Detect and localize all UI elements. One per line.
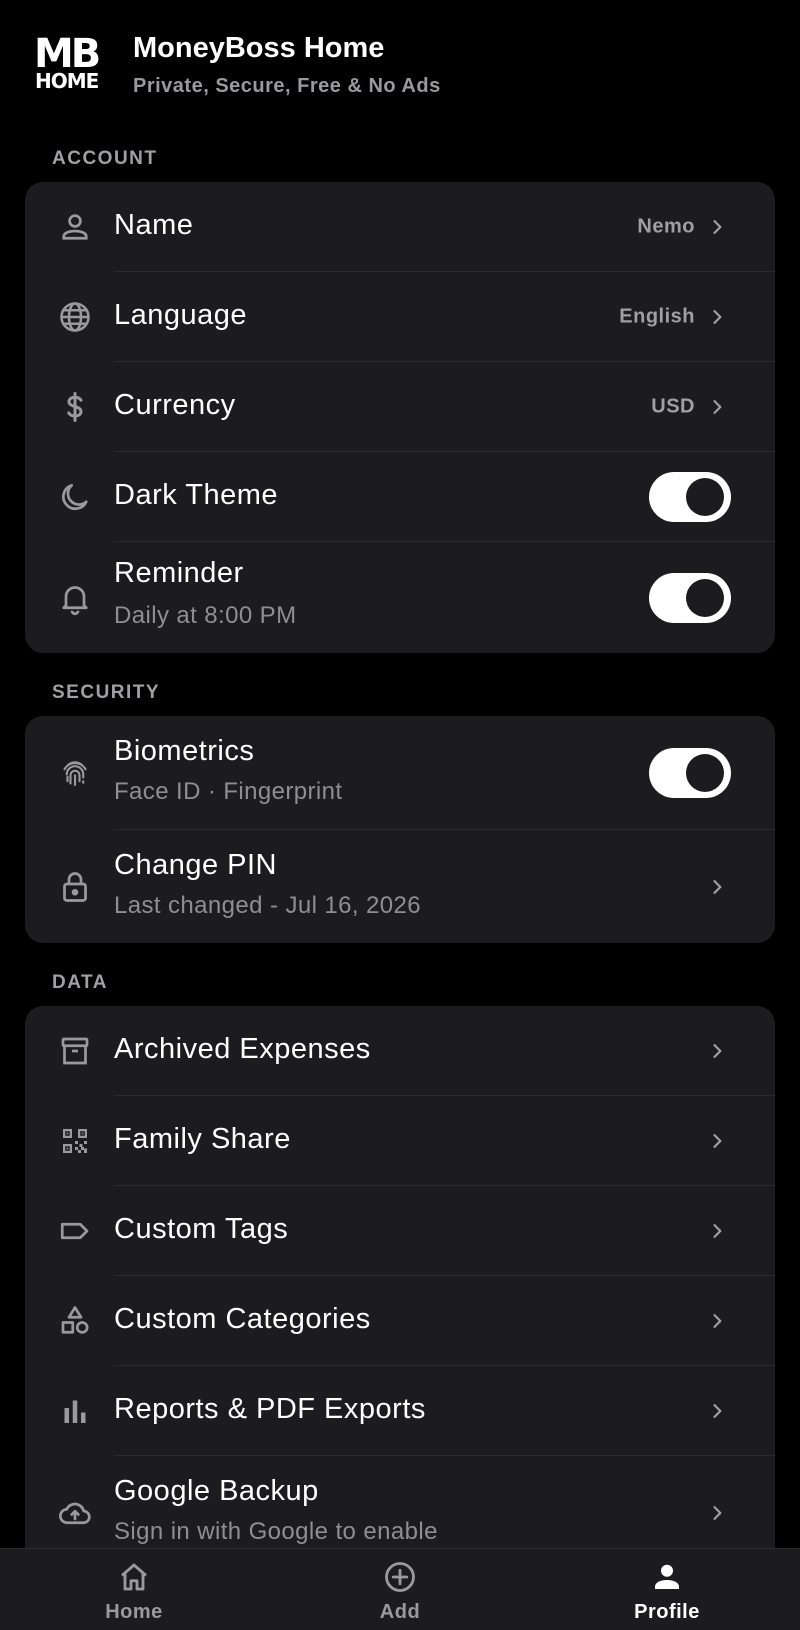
- custom-categories-label: Custom Categories: [114, 1303, 371, 1335]
- name-label: Name: [114, 209, 194, 241]
- settings-row-currency[interactable]: Currency USD: [25, 362, 775, 452]
- person-icon: [57, 209, 93, 245]
- globe-icon: [57, 299, 93, 335]
- settings-row-name[interactable]: Name Nemo: [25, 182, 775, 272]
- app-header: MB HOME MoneyBoss Home Private, Secure, …: [0, 0, 800, 140]
- reminder-sublabel: Daily at 8:00 PM: [114, 602, 297, 629]
- chevron-right-icon: [707, 1131, 727, 1151]
- settings-row-custom-tags[interactable]: Custom Tags: [25, 1186, 775, 1276]
- shapes-icon: [57, 1303, 93, 1339]
- chevron-right-icon: [707, 1221, 727, 1241]
- chevron-right-icon: [707, 1041, 727, 1061]
- currency-label: Currency: [114, 389, 236, 421]
- bar-chart-icon: [57, 1393, 93, 1429]
- app-subtitle: Private, Secure, Free & No Ads: [133, 75, 441, 97]
- lock-icon: [57, 869, 93, 905]
- nav-home[interactable]: Home: [64, 1549, 204, 1630]
- security-card: Biometrics Face ID · Fingerprint Change …: [25, 716, 775, 943]
- google-backup-label: Google Backup: [114, 1475, 319, 1507]
- tag-icon: [57, 1213, 93, 1249]
- settings-row-change-pin[interactable]: Change PIN Last changed - Jul 16, 2026: [25, 830, 775, 943]
- language-label: Language: [114, 299, 248, 331]
- section-label-account: ACCOUNT: [52, 148, 158, 169]
- archive-icon: [57, 1033, 93, 1069]
- chevron-right-icon: [707, 1503, 727, 1523]
- settings-row-reports[interactable]: Reports & PDF Exports: [25, 1366, 775, 1456]
- account-card: Name Nemo Language English Currency USD …: [25, 182, 775, 653]
- change-pin-label: Change PIN: [114, 849, 277, 881]
- settings-row-family-share[interactable]: Family Share: [25, 1096, 775, 1186]
- biometrics-label: Biometrics: [114, 735, 255, 767]
- archived-expenses-label: Archived Expenses: [114, 1033, 371, 1065]
- nav-home-label: Home: [105, 1601, 163, 1623]
- biometrics-sublabel: Face ID · Fingerprint: [114, 778, 343, 805]
- chevron-right-icon: [707, 877, 727, 897]
- dark-theme-toggle[interactable]: [649, 472, 731, 522]
- app-logo: MB HOME: [34, 34, 106, 94]
- nav-add-label: Add: [379, 1601, 421, 1623]
- reminder-label: Reminder: [114, 557, 244, 589]
- chevron-right-icon: [707, 1401, 727, 1421]
- app-title: MoneyBoss Home: [133, 32, 385, 64]
- name-value: Nemo: [637, 215, 695, 238]
- logo-mb-text: MB: [34, 31, 101, 77]
- cloud-upload-icon: [57, 1495, 93, 1531]
- settings-row-archived-expenses[interactable]: Archived Expenses: [25, 1006, 775, 1096]
- custom-tags-label: Custom Tags: [114, 1213, 289, 1245]
- settings-row-custom-categories[interactable]: Custom Categories: [25, 1276, 775, 1366]
- reports-label: Reports & PDF Exports: [114, 1393, 426, 1425]
- fingerprint-icon: [57, 755, 93, 791]
- biometrics-toggle[interactable]: [649, 748, 731, 798]
- nav-profile[interactable]: Profile: [597, 1549, 737, 1630]
- add-circle-icon: [382, 1559, 418, 1595]
- chevron-right-icon: [707, 217, 727, 237]
- chevron-right-icon: [707, 1311, 727, 1331]
- section-label-data: DATA: [52, 972, 108, 993]
- profile-icon: [649, 1559, 685, 1595]
- settings-row-dark-theme: Dark Theme: [25, 452, 775, 542]
- dark-theme-label: Dark Theme: [114, 479, 279, 511]
- nav-profile-label: Profile: [634, 1601, 700, 1623]
- moon-icon: [57, 479, 93, 515]
- dollar-icon: [57, 389, 93, 425]
- chevron-right-icon: [707, 307, 727, 327]
- settings-row-language[interactable]: Language English: [25, 272, 775, 362]
- bell-icon: [57, 580, 93, 616]
- settings-row-reminder: Reminder Daily at 8:00 PM: [25, 542, 775, 653]
- currency-value: USD: [651, 395, 695, 418]
- bottom-nav: Home Add Profile: [0, 1548, 800, 1630]
- toggle-knob: [686, 578, 724, 617]
- reminder-toggle[interactable]: [649, 572, 731, 623]
- data-card: Archived Expenses Family Share Custom Ta…: [25, 1006, 775, 1566]
- logo-home-text: HOME: [35, 69, 99, 93]
- section-label-security: SECURITY: [52, 682, 161, 703]
- settings-row-biometrics: Biometrics Face ID · Fingerprint: [25, 716, 775, 830]
- language-value: English: [619, 305, 695, 328]
- toggle-knob: [686, 478, 724, 516]
- qr-code-icon: [57, 1123, 93, 1159]
- google-backup-sublabel: Sign in with Google to enable: [114, 1518, 438, 1545]
- toggle-knob: [686, 754, 724, 792]
- home-icon: [116, 1559, 152, 1595]
- nav-add[interactable]: Add: [330, 1549, 470, 1630]
- chevron-right-icon: [707, 397, 727, 417]
- change-pin-sublabel: Last changed - Jul 16, 2026: [114, 892, 422, 919]
- family-share-label: Family Share: [114, 1123, 291, 1155]
